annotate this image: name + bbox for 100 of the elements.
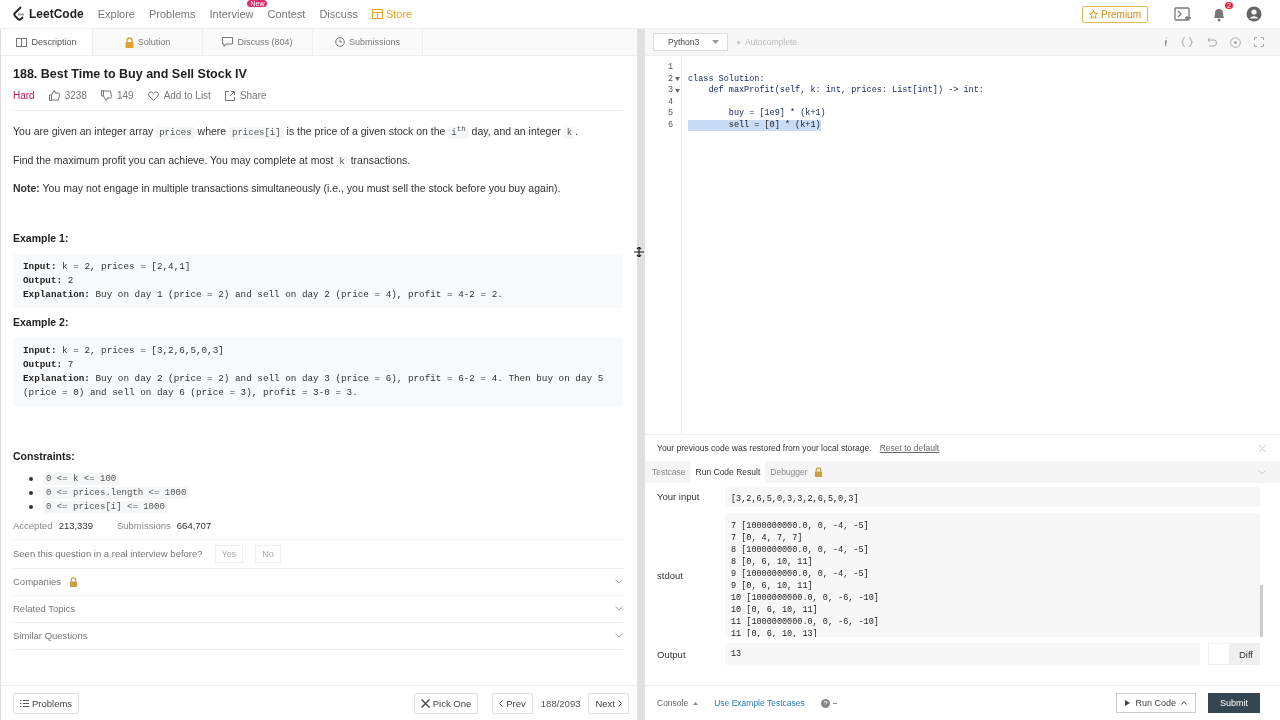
result-tab[interactable]: Run Code Result (690, 461, 766, 483)
stat-label: Accepted (13, 519, 53, 531)
chevron-down-icon[interactable] (615, 579, 623, 585)
stat-value: 213,339 (58, 519, 93, 531)
line-number: 3 (667, 85, 673, 97)
constraint: 0 <= prices.length <= 1000 (43, 486, 190, 499)
terminal-icon[interactable] (1174, 7, 1192, 21)
code-line: def maxProfit(self, k: int, prices: List[int]) -> int: (707, 85, 984, 95)
result-label: Your input (657, 490, 701, 502)
dislike-button[interactable]: 149 (100, 90, 134, 101)
description-paragraph: You are given an integer array prices where prices[i] is the price of a given stock on the i$^{th}$ day, and an integer k . (13, 124, 579, 140)
resize-handle-icon[interactable] (634, 247, 644, 257)
run-code-button[interactable]: Run Code (1116, 693, 1196, 713)
result-label: stdout (657, 569, 684, 581)
example-testcases-link[interactable]: Use Example Testcases (714, 698, 805, 708)
premium-button[interactable]: Premium (1082, 5, 1148, 23)
pick-one-button[interactable]: Pick One (413, 692, 479, 714)
fullscreen-icon[interactable] (1254, 37, 1264, 47)
chevron-down-icon[interactable] (1258, 469, 1266, 475)
tab[interactable]: Description (1, 29, 93, 55)
stat-label: Submissions (116, 519, 171, 531)
problems-button[interactable]: Problems (13, 692, 80, 714)
braces-icon[interactable] (1181, 37, 1193, 47)
avatar-icon[interactable] (1246, 6, 1262, 22)
description-paragraph: Find the maximum profit you can achieve. You may complete at most k transactions. (13, 152, 412, 169)
chevron-left-icon (499, 699, 504, 707)
chevron-down-icon[interactable] (615, 606, 623, 612)
nav-link[interactable]: Interview (209, 8, 254, 20)
section-toggle[interactable]: Similar Questions (13, 630, 88, 642)
clock-icon (335, 37, 345, 47)
nav-link[interactable]: Explore (97, 8, 135, 20)
thumbs-down-icon (100, 90, 112, 101)
line-number: 6 (667, 119, 673, 131)
fold-icon[interactable] (675, 88, 680, 93)
interview-question: Seen this question in a real interview before? (13, 548, 203, 560)
heart-icon (147, 90, 159, 101)
bell-icon[interactable] (1212, 6, 1226, 22)
caret-up-icon (693, 701, 699, 705)
fold-icon[interactable] (675, 77, 680, 82)
example-heading: Example 1: (13, 231, 70, 244)
nav-link[interactable]: Contest (267, 8, 306, 20)
close-icon[interactable] (1259, 444, 1266, 452)
result-tab[interactable]: Debugger (765, 461, 828, 483)
star-icon (1089, 9, 1098, 19)
lock-icon (69, 576, 79, 587)
diff-toggle[interactable]: Diff (1207, 643, 1260, 665)
nav-link[interactable]: Discuss (319, 8, 358, 20)
input-box: [3,2,6,5,0,3,3,2,6,5,0,3] (725, 487, 1260, 507)
share-icon (224, 90, 235, 101)
console-button[interactable]: Console (657, 698, 699, 708)
chat-icon (222, 37, 234, 47)
example-block: Input: k = 2, prices = [2,4,1] Output: 2 Explanation: Buy on day 1 (price = 2) and sell on day 2 (price = 4), profit = 4-2 = 2. (13, 253, 623, 308)
chevron-up-icon (1181, 701, 1187, 705)
prev-button[interactable]: Prev (492, 692, 533, 714)
language-select[interactable]: Python3 (653, 33, 728, 51)
tab[interactable]: Solution (93, 29, 203, 55)
code-line: sell = [0] * (k+1) (727, 119, 821, 130)
like-button[interactable]: 3238 (48, 90, 87, 101)
store-icon (371, 9, 383, 19)
section-toggle[interactable]: Companies (13, 576, 62, 588)
result-tab[interactable]: Testcase (647, 461, 691, 483)
settings-icon[interactable] (1230, 36, 1241, 48)
problem-title: 188. Best Time to Buy and Sell Stock IV (13, 67, 248, 81)
chevron-right-icon (618, 699, 622, 707)
lock-icon (124, 36, 134, 48)
line-number: 4 (667, 96, 673, 108)
stat-value: 664,707 (176, 519, 212, 531)
add-to-list-button[interactable]: Add to List (147, 90, 211, 101)
scrollbar[interactable] (1260, 585, 1263, 637)
line-number: 2 (667, 73, 673, 85)
logo-icon[interactable] (12, 6, 26, 22)
problem-counter: 188/2093 (540, 697, 581, 709)
restore-notice: Your previous code was restored from your local storage. (657, 443, 872, 453)
constraint: 0 <= k <= 100 (43, 472, 120, 485)
submit-button[interactable]: Submit (1208, 693, 1260, 713)
chevron-down-icon[interactable] (615, 633, 623, 639)
example-block: Input: k = 2, prices = [3,2,6,5,0,3] Output: 7 Explanation: Buy on day 2 (price = 2) and sell on day 3 (price = 6), profit = 6-2 = 4. Then buy on day 5 (price = 0) and sell on day 6 (price = 3), profit = 3-0 = 3. (13, 337, 623, 406)
line-number: 1 (667, 62, 673, 74)
constraint: 0 <= prices[i] <= 1000 (43, 500, 168, 513)
reset-link[interactable]: Reset to default (879, 443, 940, 453)
tab[interactable]: Discuss (804) (203, 29, 313, 55)
tab[interactable]: Submissions (313, 29, 423, 55)
nav-link[interactable]: Problems (149, 8, 196, 20)
caret-icon (712, 40, 719, 44)
output-box: 13 (725, 643, 1200, 665)
description-paragraph: Note: You may not engage in multiple transactions simultaneously (i.e., you must sell the stock before you buy again). (13, 181, 562, 196)
example-heading: Example 2: (13, 315, 70, 328)
info-icon[interactable] (1164, 37, 1168, 47)
stdout-box: 7 [1000000000.0, 0, -4, -5] 7 [0, 4, 7, 7] 8 [1000000000.0, 0, -4, -5] 8 [0, 6, 10, 11] 9 [1000000000.0, 0, -4, -5] 9 [0, 6, 10, 11] 10 [1000000000.0, 0, -6, -10] 10 [0, 6, 10, 11] 11 [1000000000.0, 0, -6, -10] 11 [0, 6, 10, 13] (725, 513, 1260, 637)
reset-icon[interactable] (1206, 37, 1217, 47)
next-button[interactable]: Next (588, 692, 629, 714)
share-button[interactable]: Share (224, 90, 267, 101)
logo-text[interactable]: LeetCode (29, 7, 84, 21)
line-number: 5 (667, 108, 673, 120)
constraints-heading: Constraints: (13, 449, 76, 462)
list-icon (20, 699, 29, 707)
code-line: buy = [1e9] * (k+1) (727, 108, 826, 118)
play-icon (1125, 700, 1131, 706)
help-icon[interactable] (820, 698, 839, 708)
section-toggle[interactable]: Related Topics (13, 603, 76, 615)
